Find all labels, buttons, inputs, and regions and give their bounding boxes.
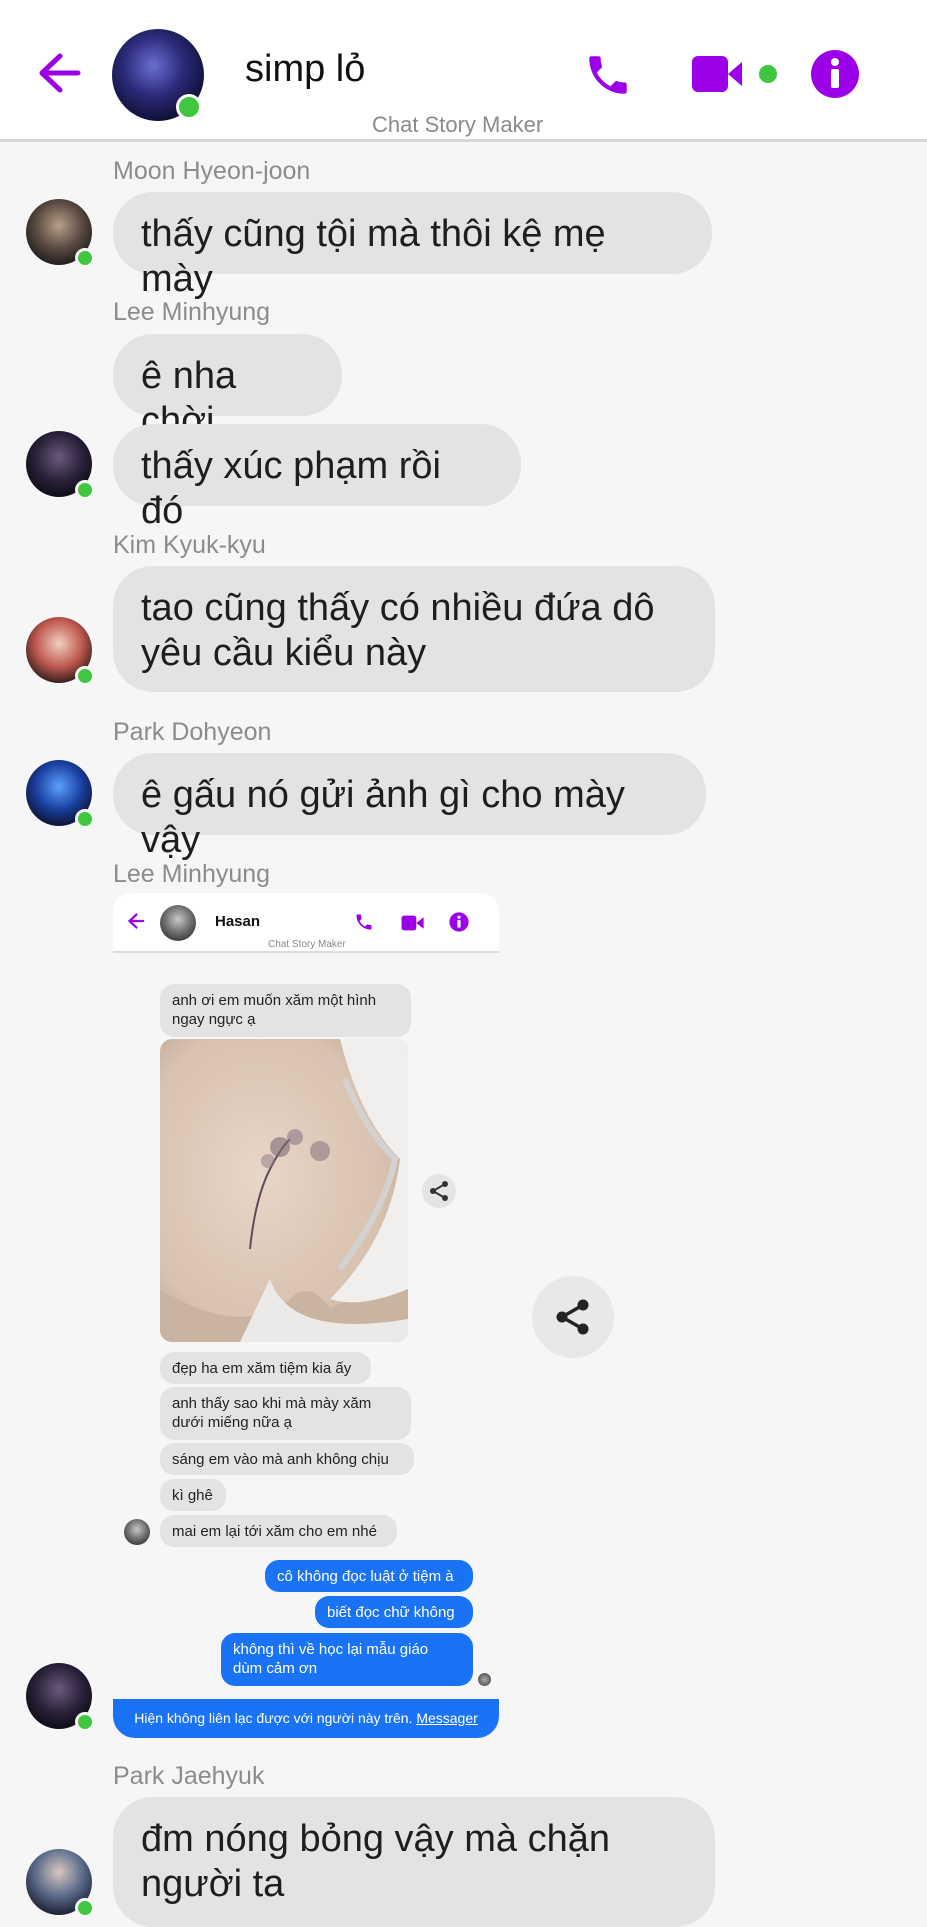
message-bubble: đẹp ha em xăm tiệm kia ấy bbox=[160, 1352, 371, 1384]
sender-name: Park Dohyeon bbox=[113, 718, 272, 746]
sent-bubble: biết đọc chữ không bbox=[315, 1596, 473, 1628]
sender-name: Kim Kyuk-kyu bbox=[113, 531, 266, 559]
message-bubble: anh thấy sao khi mà mày xăm dưới miếng n… bbox=[160, 1387, 411, 1440]
back-arrow-icon[interactable] bbox=[36, 52, 82, 94]
message-bubble[interactable]: ê nha chời bbox=[113, 334, 342, 442]
avatar bbox=[26, 1663, 95, 1732]
blocked-link: Messager bbox=[416, 1710, 478, 1726]
share-icon bbox=[556, 1299, 589, 1335]
share-button[interactable] bbox=[532, 1276, 614, 1358]
blocked-text: Hiện không liên lạc được với người này t… bbox=[134, 1710, 413, 1726]
message-bubble: mai em lại tới xăm cho em nhé bbox=[160, 1515, 397, 1547]
video-active-dot bbox=[759, 65, 777, 83]
avatar bbox=[26, 199, 95, 268]
message-bubble[interactable]: ê gấu nó gửi ảnh gì cho mày vậy bbox=[113, 753, 706, 861]
contact-name: simp lỏ bbox=[245, 48, 366, 90]
phone-icon[interactable] bbox=[583, 50, 633, 100]
message-bubble[interactable]: thấy xúc phạm rồi đó bbox=[113, 424, 521, 532]
tattoo-photo bbox=[160, 1039, 408, 1342]
sender-name: Lee Minhyung bbox=[113, 860, 271, 888]
sent-bubble: cô không đọc luật ở tiệm à bbox=[265, 1560, 473, 1592]
video-icon[interactable] bbox=[690, 52, 750, 96]
avatar bbox=[160, 905, 196, 941]
avatar bbox=[26, 1849, 95, 1918]
video-icon bbox=[401, 915, 424, 931]
sender-name: Lee Minhyung bbox=[113, 298, 271, 326]
message-bubble: kì ghê bbox=[160, 1479, 226, 1511]
avatar bbox=[26, 617, 95, 686]
message-bubble: anh ơi em muốn xăm một hình ngay ngực ạ bbox=[160, 984, 411, 1037]
contact-name: Hasan bbox=[215, 913, 261, 930]
app-subtitle: Chat Story Maker bbox=[268, 939, 346, 950]
message-bubble[interactable]: tao cũng thấy có nhiều đứa dô yêu cầu ki… bbox=[113, 566, 715, 692]
seen-avatar bbox=[478, 1673, 491, 1686]
share-icon bbox=[422, 1174, 456, 1208]
message-bubble[interactable]: đm nóng bỏng vậy mà chặn người ta bbox=[113, 1797, 715, 1927]
avatar bbox=[26, 760, 95, 829]
phone-icon bbox=[356, 914, 372, 930]
message-bubble[interactable]: thấy cũng tội mà thôi kệ mẹ mày bbox=[113, 192, 712, 300]
avatar bbox=[26, 431, 95, 500]
sender-name: Park Jaehyuk bbox=[113, 1762, 265, 1790]
info-icon bbox=[449, 912, 469, 932]
info-icon[interactable] bbox=[810, 49, 860, 99]
chat-header: simp lỏ Chat Story Maker bbox=[0, 0, 927, 142]
avatar bbox=[124, 1519, 150, 1545]
back-arrow-icon bbox=[127, 913, 145, 929]
online-indicator bbox=[176, 94, 202, 120]
screenshot-image[interactable]: Hasan Chat Story Maker anh ơi em muốn xă… bbox=[113, 893, 499, 1738]
message-bubble: sáng em vào mà anh không chịu bbox=[160, 1443, 414, 1475]
app-subtitle: Chat Story Maker bbox=[372, 112, 544, 137]
sent-bubble: không thì về học lại mẫu giáo dùm cảm ơn bbox=[221, 1633, 473, 1686]
sender-name: Moon Hyeon-joon bbox=[113, 157, 311, 185]
blocked-notice: Hiện không liên lạc được với người này t… bbox=[113, 1699, 499, 1738]
